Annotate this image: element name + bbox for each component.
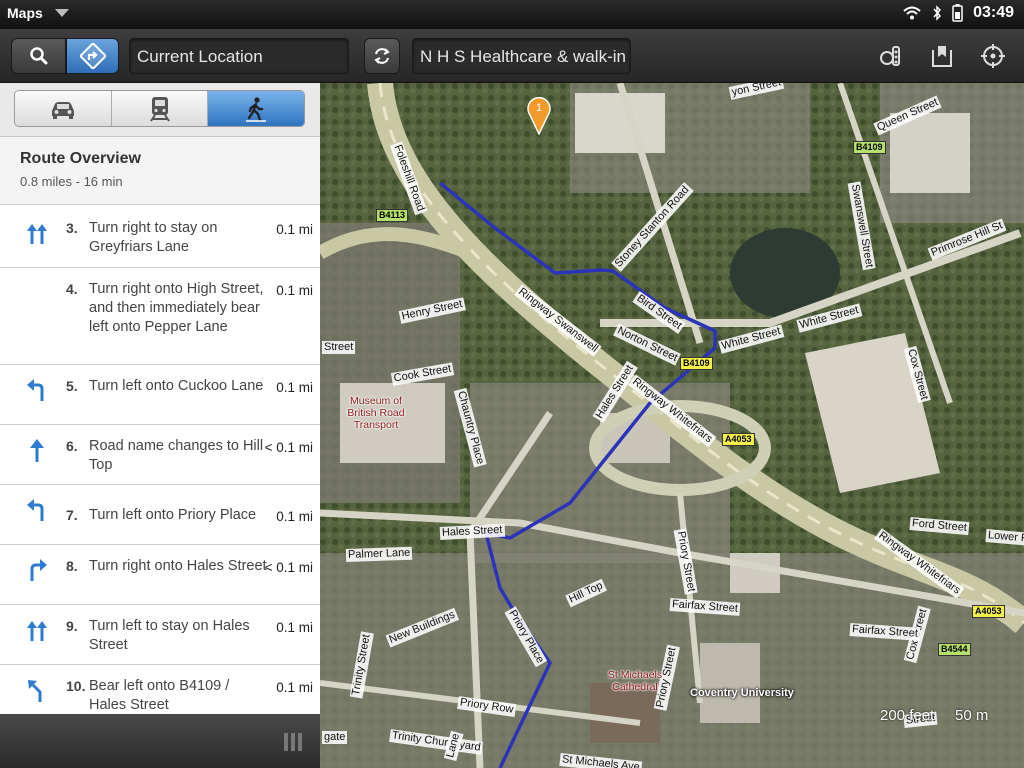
turn-left-icon [27, 499, 44, 521]
route-step[interactable]: 10. Bear left onto B4109 / Hales Street … [0, 665, 320, 714]
traffic-icon[interactable] [878, 43, 904, 69]
status-icons: 03:49 [902, 4, 1014, 22]
step-number: 3. [66, 220, 78, 236]
straight-icon [30, 439, 44, 462]
step-number: 9. [66, 618, 78, 634]
step-number: 7. [66, 507, 78, 523]
transit-mode-button[interactable] [111, 91, 209, 126]
app-name: Maps [7, 5, 43, 21]
step-number: 4. [66, 281, 78, 297]
route-step[interactable]: 6. Road name changes to Hill Top < 0.1 m… [0, 425, 320, 485]
transport-mode-bar [0, 83, 320, 137]
street-label: gate [322, 731, 348, 744]
street-label: Street [322, 341, 356, 354]
status-bar: Maps 03:49 [0, 0, 1024, 29]
battery-icon [952, 4, 963, 22]
road-shield: A4053 [972, 605, 1005, 618]
step-distance: 0.1 mi [276, 509, 313, 524]
step-number: 5. [66, 378, 78, 394]
step-text: Turn left to stay on Hales Street [89, 618, 250, 653]
step-distance: 0.1 mi [276, 680, 313, 695]
turn-right-icon [30, 559, 47, 581]
car-icon [51, 101, 74, 119]
map-view[interactable]: 1 Foleshill Road Stoney Stanton Road Rin… [320, 83, 1024, 768]
pin-label: 1 [536, 102, 542, 114]
poi-label[interactable]: St Michaels Cathedral [600, 669, 670, 693]
bookmarks-icon[interactable] [929, 43, 955, 69]
bluetooth-icon [933, 5, 942, 21]
search-icon [29, 47, 47, 65]
directions-icon [79, 43, 106, 69]
drag-handle-icon[interactable] [284, 733, 302, 751]
step-number: 6. [66, 438, 78, 454]
step-distance: 0.1 mi [276, 380, 313, 395]
directions-panel: Route Overview 0.8 miles - 16 min 3. Tur… [0, 83, 320, 714]
map-scale: 200 feet 50 m [880, 707, 989, 724]
step-distance: < 0.1 mi [264, 560, 313, 575]
transport-mode-selector [14, 90, 305, 127]
app-menu[interactable]: Maps [7, 5, 69, 21]
keep-left-icon [27, 621, 47, 641]
poi-label[interactable]: Museum of British Road Transport [342, 395, 410, 431]
train-icon [149, 96, 170, 122]
walk-icon [246, 96, 267, 122]
from-field[interactable]: Current Location [129, 38, 349, 74]
route-step[interactable]: 3. Turn right to stay on Greyfriars Lane… [0, 207, 320, 268]
walk-mode-button[interactable] [208, 91, 304, 126]
directions-button[interactable] [66, 38, 119, 74]
keep-right-icon [27, 224, 47, 244]
search-button[interactable] [11, 38, 66, 74]
swap-icon [374, 48, 390, 64]
road-shield: B4109 [680, 357, 713, 370]
route-step[interactable]: 5. Turn left onto Cuckoo Lane 0.1 mi [0, 365, 320, 425]
step-distance: < 0.1 mi [264, 440, 313, 455]
route-steps-list: 3. Turn right to stay on Greyfriars Lane… [0, 207, 320, 714]
clock: 03:49 [973, 4, 1014, 21]
road-shield: B4544 [938, 643, 971, 656]
route-step[interactable]: 7. Turn left onto Priory Place 0.1 mi [0, 485, 320, 545]
step-distance: 0.1 mi [276, 222, 313, 237]
car-mode-button[interactable] [15, 91, 112, 126]
university-label: Coventry University [690, 687, 794, 699]
road-shield: B4109 [853, 141, 886, 154]
step-text: Road name changes to Hill Top [89, 438, 264, 473]
step-number: 10. [66, 678, 86, 694]
step-text: Turn right to stay on Greyfriars Lane [89, 220, 218, 255]
route-overview[interactable]: Route Overview 0.8 miles - 16 min [0, 137, 320, 205]
step-text: Turn right onto Hales Street [89, 558, 267, 574]
step-distance: 0.1 mi [276, 283, 313, 298]
bear-left-icon [28, 680, 42, 702]
route-step[interactable]: 4. Turn right onto High Street, and then… [0, 268, 320, 365]
step-text: Bear left onto B4109 / Hales Street [89, 678, 230, 713]
toolbar: Current Location N H S Healthcare & walk… [0, 29, 1024, 83]
route-step[interactable]: 8. Turn right onto Hales Street < 0.1 mi [0, 545, 320, 605]
route-overview-title: Route Overview [20, 150, 141, 167]
step-text: Turn right onto High Street, and then im… [89, 281, 264, 335]
chevron-down-icon [54, 9, 69, 17]
panel-bottom-bar [0, 714, 320, 768]
destination-pin-icon[interactable]: 1 [526, 95, 552, 135]
wifi-icon [903, 6, 921, 20]
route-step[interactable]: 9. Turn left to stay on Hales Street 0.1… [0, 605, 320, 665]
road-shield: B4113 [376, 209, 409, 222]
street-label: Palmer Lane [345, 546, 413, 562]
turn-left-icon [27, 379, 44, 401]
step-text: Turn left onto Cuckoo Lane [89, 378, 264, 394]
swap-button[interactable] [364, 38, 400, 74]
to-field[interactable]: N H S Healthcare & walk-in Ce [412, 38, 631, 74]
step-number: 8. [66, 558, 78, 574]
road-shield: A4053 [722, 433, 755, 446]
step-text: Turn left onto Priory Place [89, 507, 257, 523]
locate-icon[interactable] [980, 43, 1006, 69]
route-overview-summary: 0.8 miles - 16 min [20, 174, 123, 189]
step-distance: 0.1 mi [276, 620, 313, 635]
